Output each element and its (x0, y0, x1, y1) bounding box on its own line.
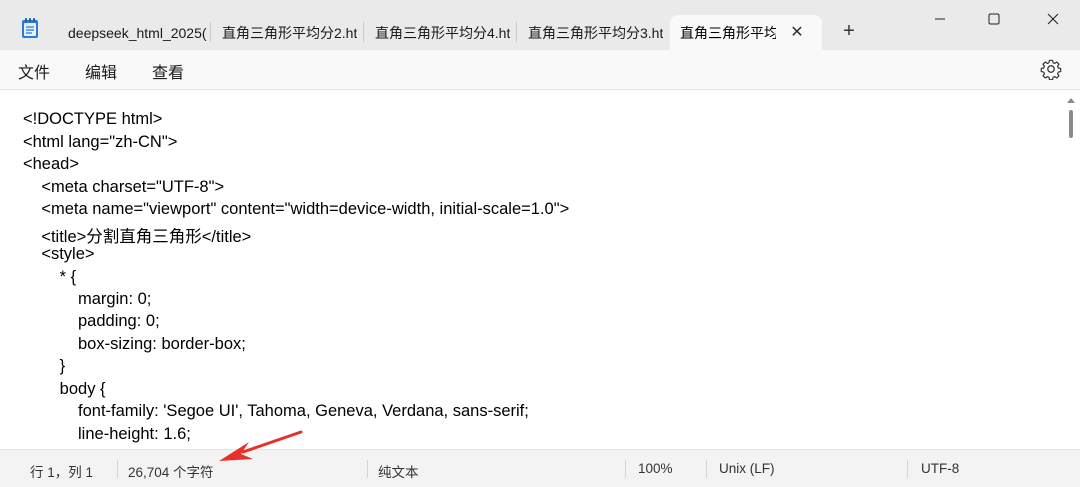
tab-triangle-3[interactable]: 直角三角形平均分3.ht (518, 15, 668, 50)
text-editor[interactable]: <!DOCTYPE html> <html lang="zh-CN"> <hea… (0, 90, 1080, 449)
menu-bar: 文件 编辑 查看 (0, 50, 1080, 90)
status-divider (907, 460, 908, 478)
vertical-scrollbar-thumb[interactable] (1069, 110, 1073, 138)
maximize-icon (988, 13, 1000, 25)
code-line: <head> (23, 155, 79, 173)
code-line: margin: 0; (23, 290, 152, 308)
menu-file[interactable]: 文件 (18, 59, 50, 83)
status-cursor-position: 行 1，列 1 (30, 465, 94, 480)
tab-label: 直角三角形平均分4.ht (375, 24, 511, 41)
tab-label: 直角三角形平均分2.ht (222, 24, 358, 41)
code-line: } (23, 357, 66, 375)
status-char-count: 26,704 个字符 (128, 465, 214, 480)
code-line: <!DOCTYPE html> (23, 110, 163, 128)
code-line: <style> (23, 245, 95, 263)
status-line-ending: Unix (LF) (719, 461, 775, 476)
tab-divider (516, 22, 517, 42)
code-line: <meta name="viewport" content="width=dev… (23, 200, 570, 218)
close-window-button[interactable] (1030, 6, 1076, 32)
tab-active-triangle[interactable]: 直角三角形平均 ✕ (670, 15, 822, 50)
status-bar: 行 1，列 1 26,704 个字符 纯文本 100% Unix (LF) UT… (0, 449, 1080, 487)
tab-triangle-4[interactable]: 直角三角形平均分4.ht (365, 15, 515, 50)
tab-close-icon[interactable]: ✕ (786, 21, 808, 43)
status-divider (706, 460, 707, 478)
minimize-button[interactable] (917, 6, 963, 32)
tab-label: 直角三角形平均 (680, 24, 776, 41)
status-encoding: UTF-8 (921, 461, 960, 476)
tab-divider (363, 22, 364, 42)
title-bar: deepseek_html_2025( 直角三角形平均分2.ht 直角三角形平均… (0, 0, 1080, 50)
status-divider (625, 460, 626, 478)
tab-triangle-2[interactable]: 直角三角形平均分2.ht (212, 15, 362, 50)
close-icon (1047, 13, 1059, 25)
minimize-icon (935, 18, 945, 20)
code-line: <meta charset="UTF-8"> (23, 178, 225, 196)
scroll-up-arrow-icon[interactable] (1066, 96, 1076, 104)
code-line: * { (23, 268, 77, 286)
code-line: font-family: 'Segoe UI', Tahoma, Geneva,… (23, 402, 529, 420)
tab-label: 直角三角形平均分3.ht (528, 24, 664, 41)
code-line: box-sizing: border-box; (23, 335, 246, 353)
status-divider (367, 460, 368, 478)
maximize-button[interactable] (971, 6, 1017, 32)
menu-edit[interactable]: 编辑 (85, 59, 117, 83)
notepad-app-icon (22, 18, 38, 38)
code-line: <title>分割直角三角形</title> (23, 228, 252, 246)
status-divider (117, 460, 118, 478)
status-zoom[interactable]: 100% (638, 461, 673, 476)
code-line: <html lang="zh-CN"> (23, 133, 178, 151)
code-line: padding: 0; (23, 312, 160, 330)
settings-gear-icon[interactable] (1040, 58, 1062, 80)
code-line: body { (23, 380, 106, 398)
tab-label: deepseek_html_2025( (68, 24, 207, 41)
code-line: line-height: 1.6; (23, 425, 191, 443)
menu-view[interactable]: 查看 (152, 59, 184, 83)
tab-divider (210, 22, 211, 42)
tab-deepseek-html[interactable]: deepseek_html_2025( (58, 15, 208, 50)
red-annotation-arrow-icon (219, 430, 303, 461)
new-tab-button[interactable]: + (838, 20, 860, 42)
status-format: 纯文本 (378, 465, 419, 480)
notepad-window: deepseek_html_2025( 直角三角形平均分2.ht 直角三角形平均… (0, 0, 1080, 487)
